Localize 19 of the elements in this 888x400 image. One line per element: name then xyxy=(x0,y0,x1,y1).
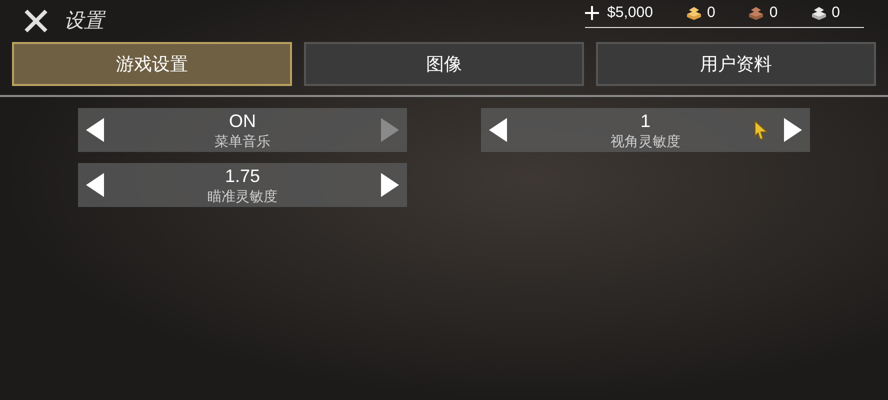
tab[interactable]: 游戏设置 xyxy=(12,42,292,86)
tab[interactable]: 图像 xyxy=(304,42,584,86)
log-icon xyxy=(747,6,766,20)
money-amount: $5,000 xyxy=(607,3,653,23)
resource-amount: 0 xyxy=(832,3,840,23)
window-title: 设置 xyxy=(64,9,104,34)
resource-amount: 0 xyxy=(706,3,716,23)
brick-icon xyxy=(810,6,828,20)
setting-value: 1 xyxy=(640,110,650,132)
setting-label: 菜单音乐 xyxy=(214,132,270,150)
tab[interactable]: 用户资料 xyxy=(596,42,876,86)
setting-value: ON xyxy=(229,110,256,132)
close-button[interactable] xyxy=(24,9,48,33)
add-money-button[interactable] xyxy=(585,6,600,20)
setting-label: 视角灵敏度 xyxy=(610,132,680,150)
resource-amount: 0 xyxy=(769,3,778,23)
setting-value: 1.75 xyxy=(224,165,260,188)
setting-label: 瞄准灵敏度 xyxy=(208,188,278,205)
ingot-icon xyxy=(684,6,703,20)
